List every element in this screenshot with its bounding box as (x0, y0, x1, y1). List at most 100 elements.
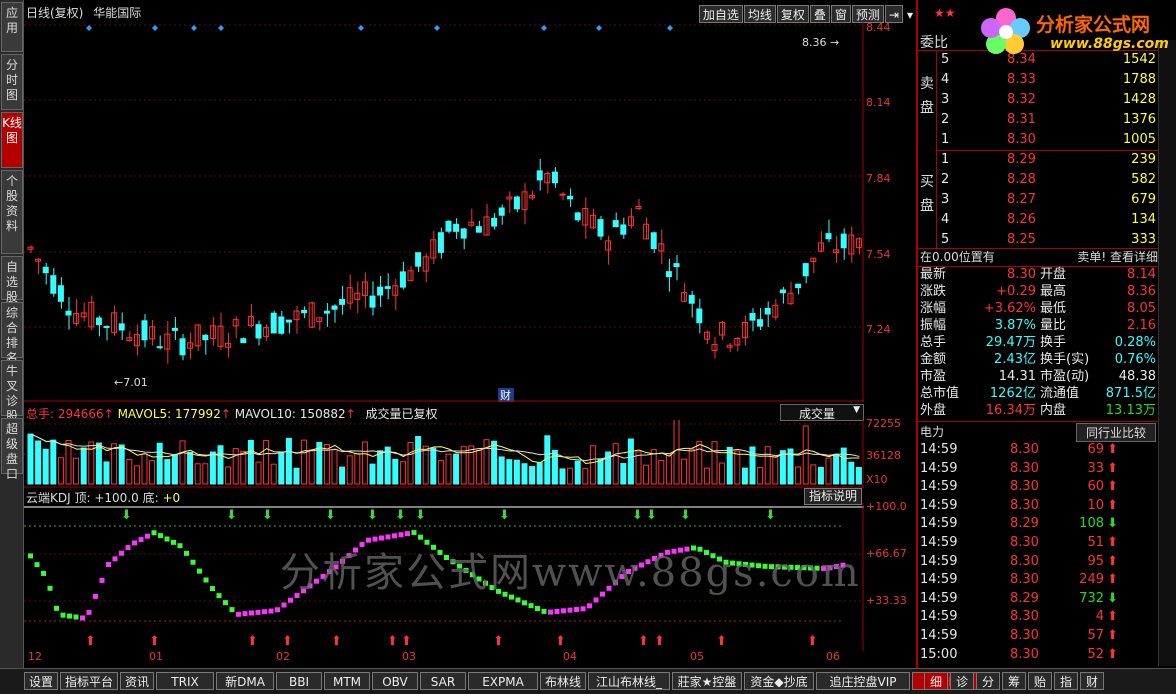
volume-bar (582, 468, 589, 485)
sell-arrow-icon: ⬇ (121, 508, 132, 523)
bottom-tab[interactable]: MTM (324, 672, 370, 690)
industry-name[interactable]: 电力 (920, 423, 944, 440)
bottom-tab[interactable]: TRIX (156, 672, 214, 690)
quote-panel-tab[interactable]: 贻 (1028, 672, 1052, 690)
left-tab-1[interactable]: 分时图 (1, 54, 23, 110)
toolbar-button-1[interactable]: 均线 (743, 5, 776, 23)
kdj-block (132, 540, 137, 546)
quote-panel-tab[interactable]: 细 (924, 672, 948, 690)
toolbar-button-0[interactable]: 加自选 (698, 5, 743, 23)
left-tab-0[interactable]: 应用 (1, 2, 23, 52)
ask-row[interactable]: 1 8.30 1005 (936, 130, 1158, 150)
arrow-down-icon: ⬇ (1107, 590, 1118, 606)
candle-body (255, 324, 262, 339)
quote-panel-tab[interactable]: 筹 (1002, 672, 1026, 690)
left-tab-4[interactable]: 自选股 (1, 256, 23, 304)
quote-panel-tab[interactable]: 财 (1080, 672, 1104, 690)
industry-compare-button[interactable]: 同行业比较 (1076, 423, 1156, 442)
chart-mode-label[interactable]: 日线(复权) (26, 6, 83, 20)
indicator-dropdown[interactable]: 成交量 ▼ (780, 404, 864, 421)
kdj-axis-label: +66.67 (866, 547, 907, 560)
ob-price: 8.30 (1007, 132, 1036, 147)
buy-arrow-icon: ⬆ (401, 634, 412, 649)
volume-chart[interactable] (24, 420, 864, 488)
ask-row[interactable]: 3 8.32 1428 (936, 90, 1158, 110)
quote-value: 13.13万 (1105, 403, 1156, 418)
volume-bar (855, 466, 862, 485)
bottom-tab[interactable]: 资讯 (120, 672, 154, 690)
volume-bar (802, 425, 809, 485)
quote-panel-tab[interactable]: 诊 (950, 672, 974, 690)
candle-body (369, 295, 376, 308)
quote-row: 涨幅 +3.62% 最低 8.05 (918, 300, 1158, 317)
bottom-tab[interactable]: 资金◆抄底 (744, 672, 814, 690)
candle-body (665, 271, 672, 278)
quote-label: 换手 (1040, 335, 1067, 350)
kdj-block (229, 607, 235, 613)
ob-level: 1 (941, 132, 950, 147)
left-tab-5[interactable]: 综合排名 (1, 302, 23, 365)
tick-volume: 52 (1087, 646, 1104, 662)
quote-value: 0.76% (1114, 352, 1156, 367)
volume-bar (506, 459, 513, 485)
bottom-tab[interactable]: 追庄控盘VIP (816, 672, 910, 690)
toolbar-button-3[interactable]: 叠 (809, 5, 830, 23)
bid-row[interactable]: 1 8.29 239 (936, 150, 1158, 170)
quote-label: 市盈(动) (1040, 369, 1090, 384)
kdj-block (203, 577, 209, 583)
quote-panel-tab[interactable]: 指 (1054, 672, 1078, 690)
bottom-tab[interactable]: 设置 (24, 672, 58, 690)
bottom-tab[interactable]: BBI (276, 672, 322, 690)
candle-body (536, 170, 543, 181)
bottom-tab[interactable]: 布林线 (540, 672, 586, 690)
quote-label: 总市值 (920, 386, 960, 401)
bid-row[interactable]: 3 8.27 679 (936, 190, 1158, 210)
volume-bar (779, 450, 786, 485)
volume-bar (240, 450, 247, 485)
bottom-tab[interactable]: 江山布林线_ (588, 672, 670, 690)
sell-arrow-icon: ⬇ (680, 508, 691, 523)
arrow-up-icon: ⬆ (1107, 646, 1118, 662)
kdj-block (522, 600, 527, 606)
kdj-block (398, 532, 404, 538)
candle-body (597, 219, 604, 237)
bottom-tab[interactable]: 指标平台 (60, 672, 118, 690)
bottom-tab[interactable]: SAR (420, 672, 466, 690)
toolbar-button-4[interactable]: 窗 (830, 5, 851, 23)
kdj-block (34, 562, 40, 568)
candle-body (240, 338, 247, 344)
kdj-block (262, 609, 267, 615)
quote-panel-tab[interactable]: 分 (976, 672, 1000, 690)
left-tab-2[interactable]: K线图 (1, 112, 23, 168)
tick-row: 14:59 8.30 60 ⬆ (918, 478, 1144, 496)
ask-row[interactable]: 4 8.33 1788 (936, 70, 1158, 90)
price-chart[interactable]: 8.36 → ←7.01 财 (24, 22, 864, 402)
volume-bar (696, 441, 703, 485)
bid-row[interactable]: 2 8.28 582 (936, 170, 1158, 190)
left-tab-6[interactable]: 牛叉诊股 (1, 360, 23, 423)
ask-row[interactable]: 2 8.31 1376 (936, 110, 1158, 130)
left-tab-3[interactable]: 个股资料 (1, 170, 23, 254)
bottom-tab[interactable]: 莊家★控盤 (672, 672, 742, 690)
kdj-block (80, 615, 85, 621)
quote-label: 开盘 (1040, 267, 1067, 282)
bid-row[interactable]: 5 8.25 333 (936, 230, 1158, 250)
tick-volume: 732 (1079, 590, 1104, 606)
ob-volume: 1005 (1122, 132, 1156, 147)
bottom-tab[interactable]: EXPMA (468, 672, 538, 690)
volume-bar (711, 441, 718, 485)
volume-bar (149, 460, 156, 485)
quote-row: 金额 2.43亿 换手(实) 0.76% (918, 351, 1158, 368)
left-tab-7[interactable]: 超级盘口 (1, 418, 23, 481)
bottom-tab[interactable]: 新DMA (216, 672, 274, 690)
volume-bar (741, 467, 748, 485)
bottom-tab[interactable]: OBV (372, 672, 418, 690)
arrow-down-icon: ⬇ (1107, 516, 1118, 532)
toolbar-button-2[interactable]: 复权 (776, 5, 809, 23)
tick-row: 14:59 8.30 57 ⬆ (918, 627, 1144, 645)
scrollbar[interactable] (1158, 40, 1176, 666)
volume-bar (612, 443, 619, 485)
detail-link[interactable]: 卖单! 查看详细 (1077, 249, 1158, 266)
bid-row[interactable]: 4 8.26 134 (936, 210, 1158, 230)
chevron-down-icon[interactable]: ▾ (904, 6, 916, 24)
